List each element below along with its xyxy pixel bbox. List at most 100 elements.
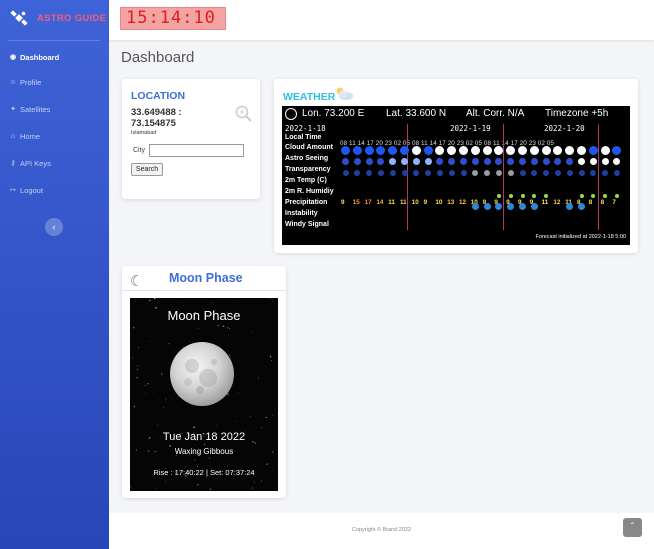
search-button[interactable]: Search (131, 163, 163, 176)
forecast-cell (614, 193, 619, 198)
moon-disc (170, 342, 234, 406)
star (228, 327, 231, 330)
forecast-row-label: Cloud Amount (285, 144, 333, 151)
forecast-cell (401, 169, 408, 176)
sidebar-item-api-keys[interactable]: ⚷ API Keys (8, 156, 51, 170)
star (151, 329, 153, 331)
forecast-cell (508, 193, 513, 198)
forecast-cell (506, 146, 516, 155)
forecast-cell (412, 158, 420, 165)
location-card: LOCATION 33.649488 : 73.154875 Islamabad… (122, 79, 260, 199)
star (136, 376, 138, 379)
star (226, 327, 229, 329)
forecast-cell (389, 158, 397, 165)
forecast-cell (495, 203, 503, 210)
star (196, 465, 199, 467)
star (260, 480, 262, 482)
forecast-cell (411, 146, 421, 155)
cloud-sun-icon (336, 87, 353, 100)
brand[interactable]: ASTRO GUIDE (0, 0, 109, 40)
forecast-cell (413, 169, 420, 176)
star (257, 377, 259, 379)
digital-clock: 15:14:10 (120, 7, 226, 30)
moon-rise-set: Rise : 17:40:22 | Set: 07:37:24 (153, 468, 255, 477)
temperature-value: 11 (541, 199, 549, 206)
star (154, 304, 156, 306)
forecast-cell (591, 193, 596, 198)
forecast-cell (376, 146, 386, 155)
forecast-cell (541, 146, 551, 155)
temperature-value: 7 (612, 199, 616, 206)
star (210, 488, 212, 490)
forecast-cell (613, 158, 621, 165)
weather-forecast-panel: Lon. 73.200 E Lat. 33.600 N Alt. Corr. N… (282, 106, 630, 245)
copyright-text: Copyright © Brand 2022 (351, 527, 412, 533)
star (222, 325, 225, 328)
city-input[interactable] (149, 144, 244, 157)
sidebar-item-label: API Keys (20, 158, 51, 168)
star (137, 365, 138, 367)
dashboard-icon: ◉ (9, 54, 17, 61)
star (167, 389, 168, 390)
topbar: 15:14:10 (109, 0, 654, 40)
sidebar-item-logout[interactable]: ↦ Logout (8, 183, 43, 197)
weather-card: WEATHER Lon. 73.200 E Lat. 33.600 N Alt.… (274, 79, 638, 253)
forecast-cell (519, 169, 526, 176)
forecast-cell (460, 158, 467, 165)
forecast-row-label: Astro Seeing (285, 155, 329, 162)
forecast-cell (495, 158, 503, 165)
forecast-cell (425, 169, 432, 176)
star (170, 410, 172, 412)
forecast-cell (613, 169, 620, 176)
temperature-value: 14 (376, 199, 384, 206)
forecast-cell (377, 169, 384, 176)
forecast-row-label: 2m R. Humidiy (285, 188, 334, 195)
sidebar-item-dashboard[interactable]: ◉ Dashboard (8, 50, 59, 64)
star (251, 487, 254, 489)
forecast-cell (518, 146, 527, 155)
forecast-cell (602, 169, 609, 176)
sidebar-item-satellites[interactable]: ✦ Satellites (8, 102, 50, 116)
temperature-value: 10 (411, 199, 419, 206)
star (211, 302, 213, 304)
forecast-cell (366, 169, 373, 176)
star (194, 459, 196, 461)
star (270, 360, 272, 362)
star (149, 299, 151, 302)
forecast-cell (519, 158, 526, 165)
star (180, 419, 182, 420)
forecast-row-label: Transparency (285, 166, 331, 173)
sidebar-toggle-button[interactable]: ‹ (45, 218, 63, 236)
chevron-left-icon: ‹ (52, 222, 56, 232)
forecast-row-label: Precipitation (285, 199, 328, 206)
satellite-icon (10, 10, 28, 26)
forecast-cell (565, 146, 575, 155)
forecast-cell (554, 169, 561, 176)
compass-icon (285, 108, 297, 120)
scroll-to-top-button[interactable]: ˆ (623, 518, 642, 537)
star (261, 364, 262, 365)
day-separator (407, 124, 408, 230)
forecast-cell (600, 146, 610, 155)
forecast-init-note: Forecast initialized at 2022-1-18 5:00 (535, 234, 627, 240)
sidebar-item-label: Logout (20, 185, 43, 195)
temperature-value: 10 (435, 199, 443, 206)
star (269, 355, 272, 358)
forecast-cell (542, 158, 550, 165)
forecast-cell (448, 158, 456, 165)
sidebar: ASTRO GUIDE ◉ Dashboard ☺ Profile ✦ Sate… (0, 0, 109, 549)
sidebar-item-home[interactable]: ⌂ Home (8, 129, 40, 143)
temperature-value: 11 (400, 199, 407, 206)
sidebar-item-profile[interactable]: ☺ Profile (8, 75, 41, 89)
forecast-cell (354, 169, 361, 176)
forecast-cell (471, 158, 479, 165)
star (208, 457, 211, 460)
forecast-cell (543, 169, 550, 176)
satellite-small-icon: ✦ (10, 106, 16, 113)
star (266, 463, 268, 465)
forecast-row-label: Instability (285, 210, 318, 217)
star (216, 425, 218, 427)
forecast-cell (436, 158, 444, 165)
star (265, 416, 267, 419)
forecast-cell (529, 146, 539, 155)
